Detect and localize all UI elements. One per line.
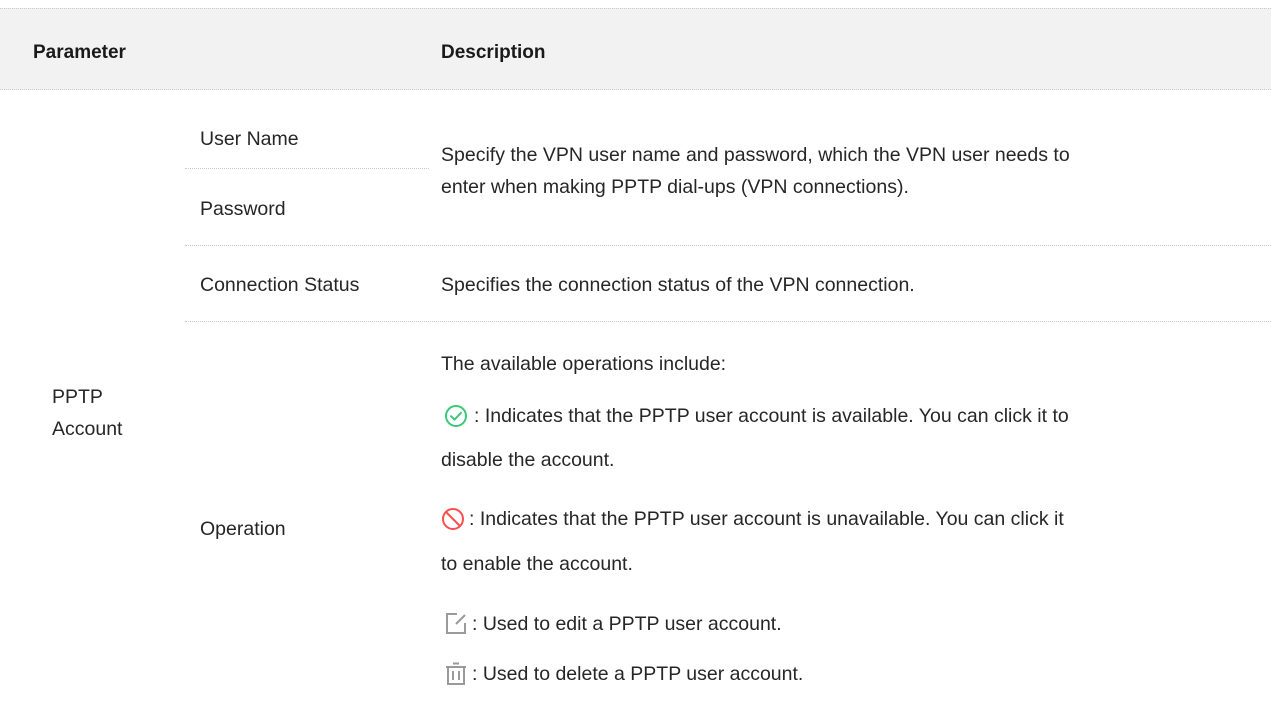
prohibited-icon (442, 508, 464, 530)
parameter-table: Parameter Description PPTP Account User … (0, 0, 1271, 722)
delete-desc: : Used to delete a PPTP user account. (472, 663, 804, 685)
connection-status-desc: Specifies the connection status of the V… (441, 274, 915, 296)
trash-icon (446, 662, 466, 685)
header-parameter: Parameter (33, 42, 126, 63)
credentials-desc-line2: enter when making PPTP dial-ups (VPN con… (441, 176, 909, 198)
param-user-name: User Name (200, 128, 299, 150)
param-connection-status: Connection Status (200, 274, 360, 296)
available-desc-line2: disable the account. (441, 449, 615, 471)
row-divider (185, 245, 1271, 246)
row-divider (185, 321, 1271, 322)
check-circle-icon (445, 405, 467, 427)
header-description: Description (441, 42, 546, 63)
credentials-desc-line1: Specify the VPN user name and password, … (441, 144, 1070, 166)
operation-intro: The available operations include: (441, 353, 727, 375)
group-label-line2: Account (52, 418, 123, 440)
available-desc-line1: : Indicates that the PPTP user account i… (474, 405, 1069, 427)
unavailable-desc-line1: : Indicates that the PPTP user account i… (469, 508, 1064, 530)
edit-icon (446, 613, 466, 634)
unavailable-desc-line2: to enable the account. (441, 553, 633, 575)
group-label-line1: PPTP (52, 386, 103, 408)
row-divider (185, 168, 429, 169)
edit-desc: : Used to edit a PPTP user account. (472, 613, 782, 635)
table-header: Parameter Description (0, 8, 1271, 90)
param-password: Password (200, 198, 286, 220)
param-operation: Operation (200, 518, 286, 540)
